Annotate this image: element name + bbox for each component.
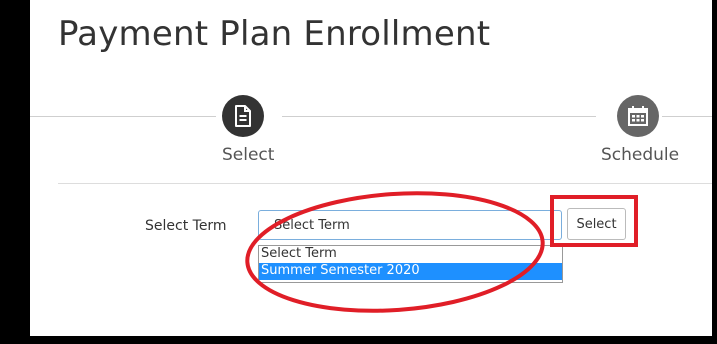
step-select-label: Select bbox=[222, 145, 275, 165]
section-divider bbox=[58, 183, 712, 184]
stepper-line-middle bbox=[282, 116, 596, 117]
page-title: Payment Plan Enrollment bbox=[58, 14, 491, 54]
stepper-line-right bbox=[662, 116, 712, 117]
calendar-icon bbox=[628, 106, 648, 126]
term-field-label: Select Term bbox=[145, 218, 227, 234]
step-select-circle[interactable] bbox=[222, 95, 264, 137]
stepper-line-left bbox=[30, 116, 216, 117]
document-icon bbox=[235, 105, 251, 127]
step-schedule-label: Schedule bbox=[601, 145, 680, 165]
page-frame: Payment Plan Enrollment Select Schedule … bbox=[30, 0, 712, 336]
step-schedule-circle[interactable] bbox=[617, 95, 659, 137]
annotation-rectangle bbox=[550, 195, 638, 247]
annotation-ellipse bbox=[245, 191, 545, 313]
